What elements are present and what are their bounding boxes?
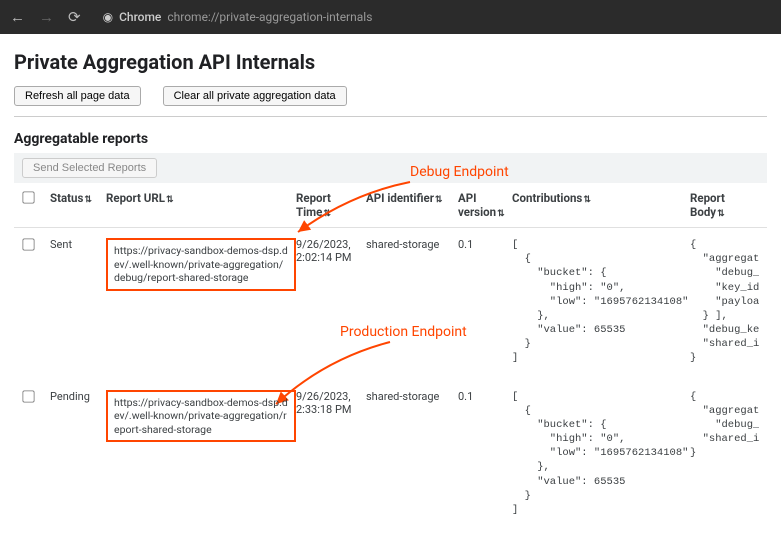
table-toolbar: Send Selected Reports xyxy=(14,153,767,183)
section-title: Aggregatable reports xyxy=(14,131,767,147)
header-version[interactable]: API version⇅ xyxy=(458,191,512,219)
forward-icon: → xyxy=(39,8,54,26)
cell-body: { "aggregatio "debug_key" "shared_inf } xyxy=(690,390,759,461)
header-time[interactable]: Report Time⇅ xyxy=(296,191,366,219)
sort-icon: ⇅ xyxy=(166,195,174,205)
row-checkbox[interactable] xyxy=(22,238,34,250)
reload-icon[interactable]: ⟳ xyxy=(68,8,81,26)
cell-api: shared-storage xyxy=(366,238,458,251)
cell-url: https://privacy-sandbox-demos-dsp.dev/.w… xyxy=(106,238,296,291)
page-title: Private Aggregation API Internals xyxy=(14,50,767,74)
cell-status: Pending xyxy=(50,390,106,403)
back-icon[interactable]: ← xyxy=(10,8,25,26)
sort-icon: ⇅ xyxy=(497,209,505,219)
clear-data-button[interactable]: Clear all private aggregation data xyxy=(163,86,347,106)
select-all-checkbox[interactable] xyxy=(22,191,34,203)
page-body: Private Aggregation API Internals Refres… xyxy=(0,34,781,541)
cell-time: 9/26/2023, 2:02:14 PM xyxy=(296,238,366,264)
sort-icon: ⇅ xyxy=(323,209,331,219)
cell-api: shared-storage xyxy=(366,390,458,403)
cell-version: 0.1 xyxy=(458,390,512,403)
cell-time: 9/26/2023, 2:33:18 PM xyxy=(296,390,366,416)
browser-name: Chrome xyxy=(119,10,161,24)
refresh-button[interactable]: Refresh all page data xyxy=(14,86,141,106)
cell-contributions: [ { "bucket": { "high": "0", "low": "169… xyxy=(512,390,690,518)
cell-url: https://privacy-sandbox-demos-dsp.dev/.w… xyxy=(106,390,296,443)
header-api[interactable]: API identifier⇅ xyxy=(366,191,458,205)
divider xyxy=(14,116,767,117)
address-bar[interactable]: ◉ Chrome chrome://private-aggregation-in… xyxy=(103,10,373,24)
table-row: Sent https://privacy-sandbox-demos-dsp.d… xyxy=(14,228,767,380)
browser-toolbar: ← → ⟳ ◉ Chrome chrome://private-aggregat… xyxy=(0,0,781,34)
table-row: Pending https://privacy-sandbox-demos-ds… xyxy=(14,380,767,532)
header-url[interactable]: Report URL⇅ xyxy=(106,191,296,205)
url-text: chrome://private-aggregation-internals xyxy=(167,10,372,24)
sort-icon: ⇅ xyxy=(435,195,443,205)
cell-status: Sent xyxy=(50,238,106,251)
send-selected-button[interactable]: Send Selected Reports xyxy=(22,158,157,178)
sort-icon: ⇅ xyxy=(583,195,591,205)
cell-contributions: [ { "bucket": { "high": "0", "low": "169… xyxy=(512,238,690,366)
table-header: Status⇅ Report URL⇅ Report Time⇅ API ide… xyxy=(14,183,767,228)
sort-icon: ⇅ xyxy=(717,209,725,219)
row-checkbox[interactable] xyxy=(22,390,34,402)
cell-body: { "aggregatio "debug_c "key_id" "payloac… xyxy=(690,238,759,366)
header-status[interactable]: Status⇅ xyxy=(50,191,106,205)
cell-version: 0.1 xyxy=(458,238,512,251)
action-button-row: Refresh all page data Clear all private … xyxy=(14,86,767,106)
chrome-logo-icon: ◉ xyxy=(103,10,113,24)
header-body[interactable]: Report Body⇅ xyxy=(690,191,759,219)
sort-icon: ⇅ xyxy=(84,195,92,205)
header-contributions[interactable]: Contributions⇅ xyxy=(512,191,690,205)
